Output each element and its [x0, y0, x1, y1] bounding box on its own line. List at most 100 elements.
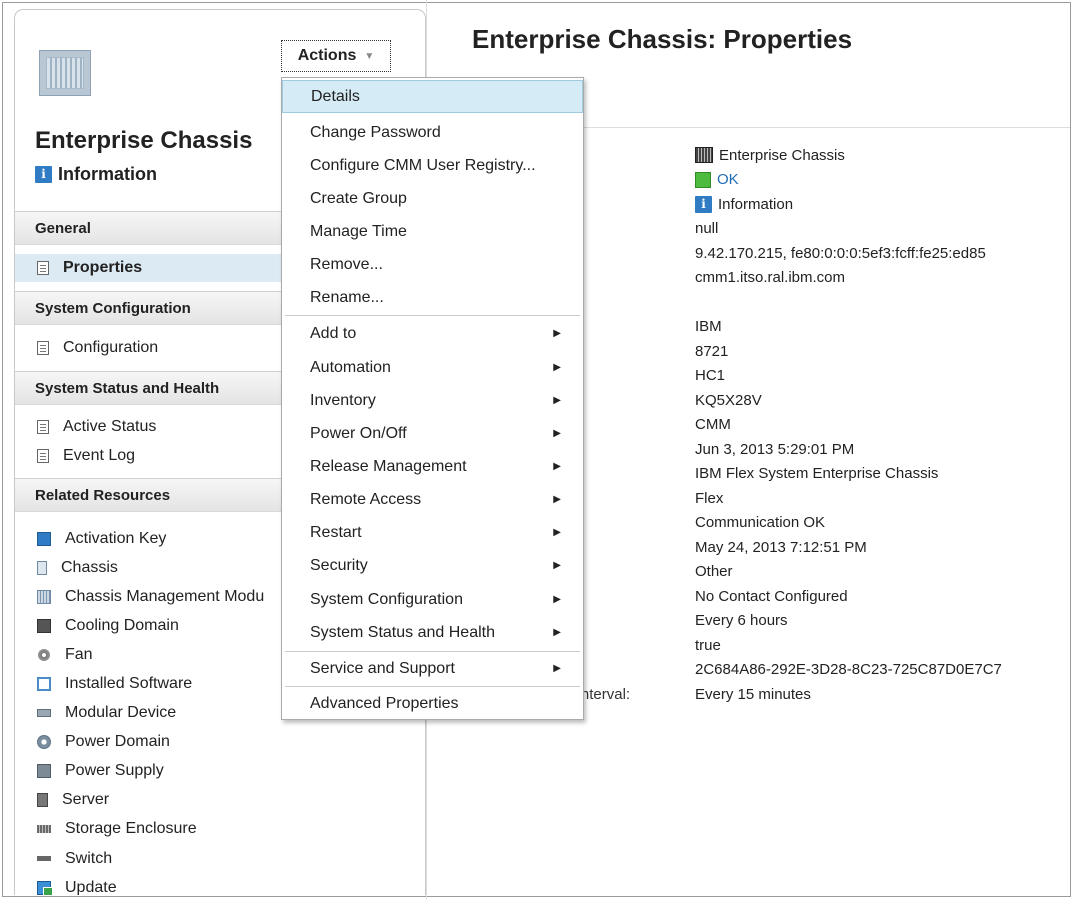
property-value: Communication OK [695, 514, 826, 532]
property-value: IBM Flex System Enterprise Chassis [695, 465, 939, 483]
menu-item-label: Remote Access [310, 490, 422, 508]
power-supply-icon [37, 764, 51, 779]
property-value: HC1 [695, 367, 726, 385]
resource-item-label: Power Domain [65, 733, 170, 751]
property-value: 2C684A86-292E-3D28-8C23-725C87D0E7C7 [695, 661, 1002, 679]
resource-item-update[interactable]: Update [15, 873, 425, 895]
menu-item-change-password[interactable]: Change Password [282, 116, 583, 149]
property-value: OK [695, 171, 1065, 188]
resource-item-server[interactable]: Server [15, 786, 425, 815]
menu-item-label: Power On/Off [310, 424, 407, 442]
menu-item-power-on-off[interactable]: Power On/Off ▶ [282, 417, 583, 450]
menu-item-label: System Configuration [310, 590, 463, 608]
menu-item-label: Configure CMM User Registry... [310, 156, 536, 174]
page-title: Enterprise Chassis: Properties [472, 24, 853, 54]
menu-item-advanced-properties[interactable]: Advanced Properties [282, 687, 583, 720]
resource-item-label: Chassis Management Modu [65, 587, 265, 605]
menu-item-automation[interactable]: Automation ▶ [282, 351, 583, 384]
menu-item-inventory[interactable]: Inventory ▶ [282, 384, 583, 417]
submenu-arrow-icon: ▶ [553, 560, 561, 571]
actions-button[interactable]: Actions ▼ [281, 40, 391, 72]
property-value: true [695, 636, 721, 654]
resource-item-label: Cooling Domain [65, 616, 179, 634]
menu-item-rename[interactable]: Rename... [282, 281, 583, 314]
nav-item-label: Properties [63, 259, 143, 276]
menu-item-label: Inventory [310, 391, 376, 409]
menu-item-remote-access[interactable]: Remote Access ▶ [282, 483, 583, 516]
power-domain-icon [37, 735, 51, 750]
menu-item-remove[interactable]: Remove... [282, 248, 583, 281]
property-value: 9.42.170.215, fe80:0:0:0:5ef3:fcff:fe25:… [695, 244, 986, 262]
property-value: Enterprise Chassis [695, 147, 1065, 164]
property-value-text: Enterprise Chassis [719, 146, 845, 164]
menu-item-security[interactable]: Security ▶ [282, 549, 583, 582]
submenu-arrow-icon: ▶ [553, 362, 561, 373]
menu-item-manage-time[interactable]: Manage Time [282, 215, 583, 248]
property-value: Jun 3, 2013 5:29:01 PM [695, 440, 855, 458]
status-ok-link[interactable]: OK [717, 171, 739, 188]
property-value: No Contact Configured [695, 587, 848, 605]
cmm-icon [37, 589, 51, 604]
property-value: cmm1.itso.ral.ibm.com [695, 269, 846, 287]
resource-item-switch[interactable]: Switch [15, 844, 425, 873]
menu-item-details[interactable]: Details [282, 80, 583, 113]
menu-item-label: Restart [310, 523, 362, 541]
nav-item-label: Active Status [63, 418, 157, 435]
document-icon [37, 341, 49, 355]
submenu-arrow-icon: ▶ [553, 428, 561, 439]
submenu-arrow-icon: ▶ [553, 494, 561, 505]
property-value: Every 6 hours [695, 612, 788, 630]
menu-item-label: Advanced Properties [310, 694, 459, 712]
menu-item-label: Change Password [310, 123, 441, 141]
resource-item-label: Switch [65, 849, 113, 867]
menu-item-label: Release Management [310, 457, 467, 475]
chevron-down-icon: ▼ [364, 50, 375, 62]
submenu-arrow-icon: ▶ [553, 328, 561, 339]
submenu-arrow-icon: ▶ [553, 627, 561, 638]
submenu-arrow-icon: ▶ [553, 594, 561, 605]
menu-item-restart[interactable]: Restart ▶ [282, 516, 583, 549]
property-value: May 24, 2013 7:12:51 PM [695, 538, 867, 556]
resource-item-label: Installed Software [65, 675, 193, 693]
property-value: null [695, 220, 719, 238]
storage-icon [37, 825, 51, 834]
property-value: i Information [695, 195, 1065, 213]
property-value: CMM [695, 416, 731, 434]
menu-item-label: Add to [310, 324, 357, 342]
menu-item-label: Manage Time [310, 222, 407, 240]
document-icon [37, 449, 49, 463]
resource-item-power-domain[interactable]: Power Domain [15, 728, 425, 757]
menu-item-system-configuration[interactable]: System Configuration ▶ [282, 583, 583, 616]
resource-status: i Information [35, 164, 157, 185]
cooling-icon [37, 618, 51, 633]
resource-item-label: Power Supply [65, 762, 164, 780]
property-value: Every 15 minutes [695, 685, 811, 703]
menu-item-label: Automation [310, 358, 391, 376]
menu-item-label: Create Group [310, 189, 407, 207]
resource-item-storage-enclosure[interactable]: Storage Enclosure [15, 815, 425, 844]
resource-item-power-supply[interactable]: Power Supply [15, 757, 425, 786]
resource-item-label: Update [65, 878, 117, 895]
actions-button-label: Actions [297, 47, 357, 64]
chassis-icon [695, 147, 713, 164]
menu-item-label: System Status and Health [310, 623, 495, 641]
update-icon [37, 880, 53, 895]
menu-item-configure-cmm-user-registry[interactable]: Configure CMM User Registry... [282, 149, 583, 182]
submenu-arrow-icon: ▶ [553, 527, 561, 538]
menu-item-label: Rename... [310, 288, 384, 306]
menu-item-release-management[interactable]: Release Management ▶ [282, 450, 583, 483]
server-icon [37, 793, 48, 808]
information-icon: i [35, 166, 52, 183]
menu-item-add-to[interactable]: Add to ▶ [282, 317, 583, 350]
chassis-image-icon [39, 50, 91, 96]
menu-item-label: Remove... [310, 255, 383, 273]
resource-title: Enterprise Chassis [35, 127, 253, 154]
menu-item-create-group[interactable]: Create Group [282, 182, 583, 215]
menu-item-service-and-support[interactable]: Service and Support ▶ [282, 652, 583, 685]
menu-item-label: Details [311, 87, 360, 105]
document-icon [37, 420, 49, 434]
menu-item-label: Service and Support [310, 659, 455, 677]
menu-item-system-status-and-health[interactable]: System Status and Health ▶ [282, 616, 583, 649]
fan-icon [37, 647, 51, 662]
resource-item-label: Chassis [61, 558, 118, 576]
